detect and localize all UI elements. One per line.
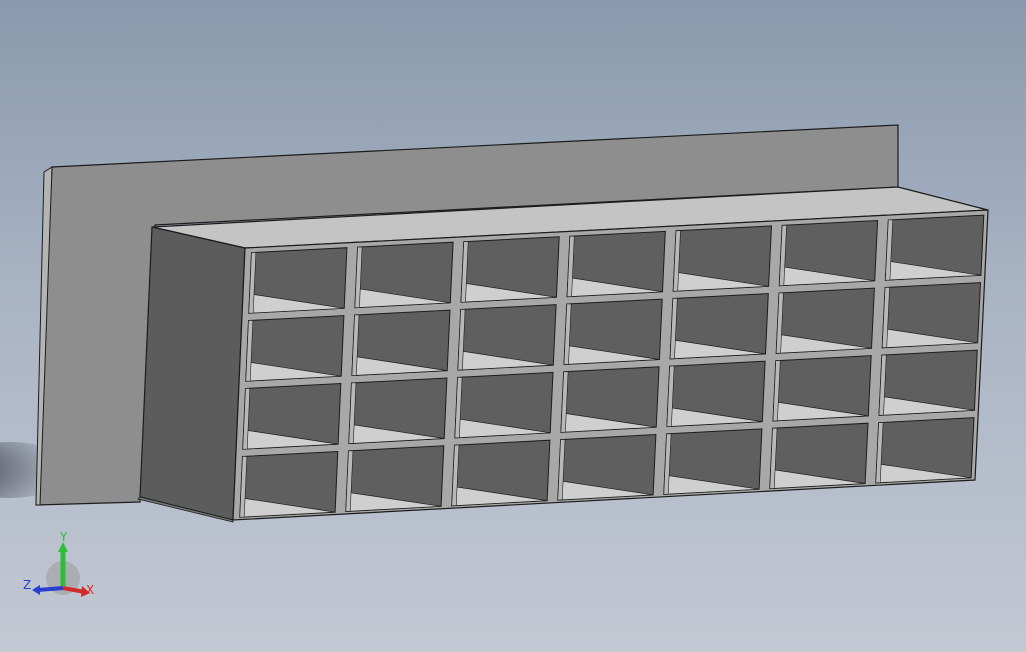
- graphics-viewport[interactable]: Y X Z: [0, 0, 1026, 652]
- y-axis-label: Y: [59, 530, 68, 544]
- z-axis-arrow: [37, 586, 64, 592]
- z-axis-arrowhead: [32, 585, 40, 595]
- x-axis-label: X: [86, 583, 94, 597]
- cabinet-side-panel[interactable]: [139, 226, 246, 521]
- z-axis-label: Z: [23, 578, 31, 592]
- cubby-shelf-model[interactable]: [0, 0, 1026, 652]
- view-orientation-triad[interactable]: Y X Z: [18, 530, 98, 610]
